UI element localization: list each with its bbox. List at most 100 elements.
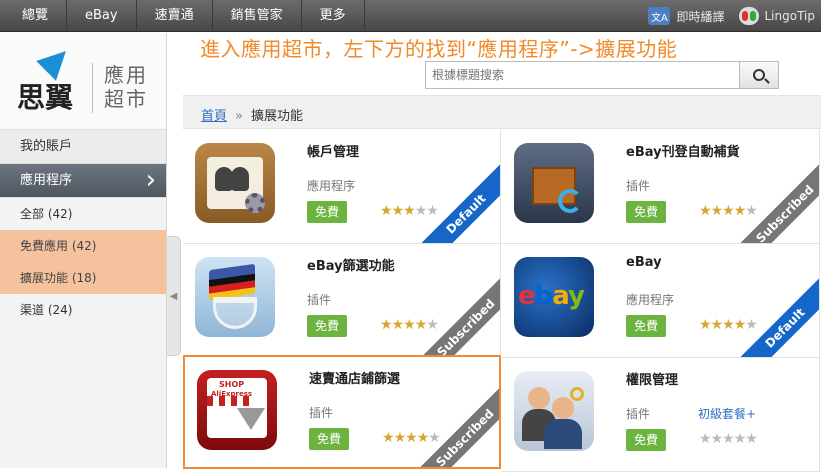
sidebar-subitem-channels[interactable]: 渠道 (24) — [0, 294, 166, 326]
star-filled-icon: ★ — [414, 317, 428, 333]
star-filled-icon: ★ — [416, 430, 430, 446]
top-nav-bar: 總覽 eBay 速賣通 銷售管家 更多 文A 即時繙譯 LingoTip — [0, 0, 821, 32]
star-filled-icon: ★ — [403, 203, 416, 219]
aliexpress-shop-icon: SHOP AliExpress — [197, 370, 277, 450]
star-empty-icon: ★ — [745, 317, 758, 333]
rating-stars: ★★★★★ — [382, 430, 441, 446]
translate-button[interactable]: 文A 即時繙譯 — [648, 7, 725, 25]
sidebar-item-apps[interactable]: 應用程序 — [0, 164, 166, 198]
sidebar-collapse-handle[interactable]: ◀ — [167, 236, 181, 356]
brand-name: 思翼 — [17, 81, 74, 114]
rating-stars: ★★★★★ — [699, 317, 758, 333]
star-filled-icon: ★ — [393, 430, 407, 446]
breadcrumb: 首頁 » 擴展功能 — [201, 105, 303, 124]
app-card-ebay-filter[interactable]: eBay篩選功能 插件 免費 ★★★★★ Subscribed — [183, 244, 501, 358]
star-empty-icon: ★ — [426, 317, 439, 333]
app-card-title[interactable]: eBay刊登自動補貨 — [626, 141, 740, 160]
rating-stars: ★★★★★ — [380, 203, 439, 219]
star-empty-icon: ★ — [722, 431, 735, 447]
lingotip-button[interactable]: LingoTip — [738, 7, 816, 25]
top-nav-tools: 文A 即時繙譯 LingoTip — [634, 0, 815, 32]
app-card-type: 插件 — [309, 406, 334, 420]
rating-stars: ★★★★★ — [699, 203, 758, 219]
app-card-type: 插件 — [307, 293, 332, 307]
star-empty-icon: ★ — [414, 203, 428, 219]
sidebar: 思翼 應用超市 我的賬戶 應用程序 全部 (42) 免費應用 (42) 擴展功能… — [0, 33, 167, 468]
star-filled-icon: ★ — [710, 203, 724, 219]
app-card-title[interactable]: 帳戶管理 — [307, 141, 359, 160]
search-button[interactable] — [739, 61, 779, 89]
rating-stars: ★★★★★ — [380, 317, 439, 333]
star-filled-icon: ★ — [405, 430, 418, 446]
breadcrumb-bar: 首頁 » 擴展功能 — [183, 95, 821, 129]
paper-plane-icon — [36, 41, 76, 81]
nav-sales-manager[interactable]: 銷售管家 — [213, 0, 302, 32]
app-card-permission-management[interactable]: 權限管理 插件 初級套餐+ 免費 ★★★★★ — [502, 358, 820, 472]
app-card-type: 插件 — [626, 179, 651, 193]
lingotip-icon — [738, 7, 759, 25]
breadcrumb-home-link[interactable]: 首頁 — [201, 109, 227, 124]
sidebar-subitem-free-apps[interactable]: 免費應用 (42) — [0, 230, 166, 262]
account-management-icon — [195, 143, 275, 223]
star-filled-icon: ★ — [382, 430, 395, 446]
star-filled-icon: ★ — [699, 203, 712, 219]
instruction-banner: 進入應用超市，左下方的找到“應用程序”->擴展功能 — [200, 37, 678, 61]
star-filled-icon: ★ — [710, 317, 724, 333]
app-card-aliexpress-store-filter[interactable]: SHOP AliExpress 速賣通店鋪篩選 插件 免費 ★★★★★ Subs… — [183, 355, 501, 469]
free-button[interactable]: 免費 — [307, 201, 347, 223]
crate-refresh-icon — [514, 143, 594, 223]
app-card-title[interactable]: 速賣通店鋪篩選 — [309, 368, 400, 387]
star-filled-icon: ★ — [699, 317, 712, 333]
free-button[interactable]: 免費 — [626, 429, 666, 451]
plan-link[interactable]: 初級套餐+ — [698, 405, 756, 422]
star-filled-icon: ★ — [403, 317, 416, 333]
rating-stars: ★★★★★ — [699, 431, 758, 447]
star-filled-icon: ★ — [722, 317, 735, 333]
translate-label: 即時繙譯 — [676, 9, 725, 24]
nav-more[interactable]: 更多 — [302, 0, 365, 32]
users-key-icon — [514, 371, 594, 451]
star-empty-icon: ★ — [745, 203, 758, 219]
breadcrumb-separator: » — [235, 109, 243, 124]
nav-overview[interactable]: 總覽 — [0, 0, 68, 32]
star-filled-icon: ★ — [380, 317, 393, 333]
translate-icon: 文A — [648, 7, 671, 25]
star-empty-icon: ★ — [426, 203, 439, 219]
star-empty-icon: ★ — [428, 430, 441, 446]
app-card-type: 應用程序 — [626, 293, 675, 307]
app-card-account-management[interactable]: 帳戶管理 應用程序 免費 ★★★★★ Default — [183, 130, 501, 244]
search-icon — [753, 69, 765, 81]
brand-subtitle: 應用超市 — [104, 63, 148, 111]
lingotip-label: LingoTip — [764, 9, 816, 23]
search-box — [425, 61, 779, 89]
app-card-ebay-restock[interactable]: eBay刊登自動補貨 插件 免費 ★★★★★ Subscribed — [502, 130, 820, 244]
subscribed-ribbon: Subscribed — [414, 387, 499, 467]
sidebar-subitem-extensions[interactable]: 擴展功能 (18) — [0, 262, 166, 294]
flag-funnel-icon — [195, 257, 275, 337]
app-card-title[interactable]: 權限管理 — [626, 369, 678, 388]
free-button[interactable]: 免費 — [309, 428, 349, 450]
star-filled-icon: ★ — [391, 203, 405, 219]
star-empty-icon: ★ — [699, 431, 712, 447]
nav-aliexpress[interactable]: 速賣通 — [137, 0, 213, 32]
free-button[interactable]: 免費 — [307, 315, 347, 337]
app-card-title[interactable]: eBay — [626, 255, 662, 270]
sidebar-subitem-all[interactable]: 全部 (42) — [0, 198, 166, 230]
free-button[interactable]: 免費 — [626, 201, 666, 223]
ebay-logo-text: ebay — [518, 281, 585, 311]
app-card-ebay[interactable]: ebay eBay 應用程序 免費 ★★★★★ Default — [502, 244, 820, 358]
star-empty-icon: ★ — [710, 431, 724, 447]
search-input[interactable] — [425, 61, 740, 89]
star-filled-icon: ★ — [733, 203, 747, 219]
sidebar-item-my-account[interactable]: 我的賬戶 — [0, 130, 166, 164]
star-filled-icon: ★ — [380, 203, 393, 219]
app-card-type: 插件 — [626, 407, 651, 421]
ebay-globe-icon: ebay — [514, 257, 594, 337]
star-filled-icon: ★ — [733, 317, 747, 333]
free-button[interactable]: 免費 — [626, 315, 666, 337]
top-nav: 總覽 eBay 速賣通 銷售管家 更多 — [0, 0, 365, 32]
app-card-title[interactable]: eBay篩選功能 — [307, 255, 395, 274]
star-filled-icon: ★ — [391, 317, 405, 333]
nav-ebay[interactable]: eBay — [67, 0, 137, 32]
brand-logo[interactable]: 思翼 應用超市 — [0, 33, 166, 130]
